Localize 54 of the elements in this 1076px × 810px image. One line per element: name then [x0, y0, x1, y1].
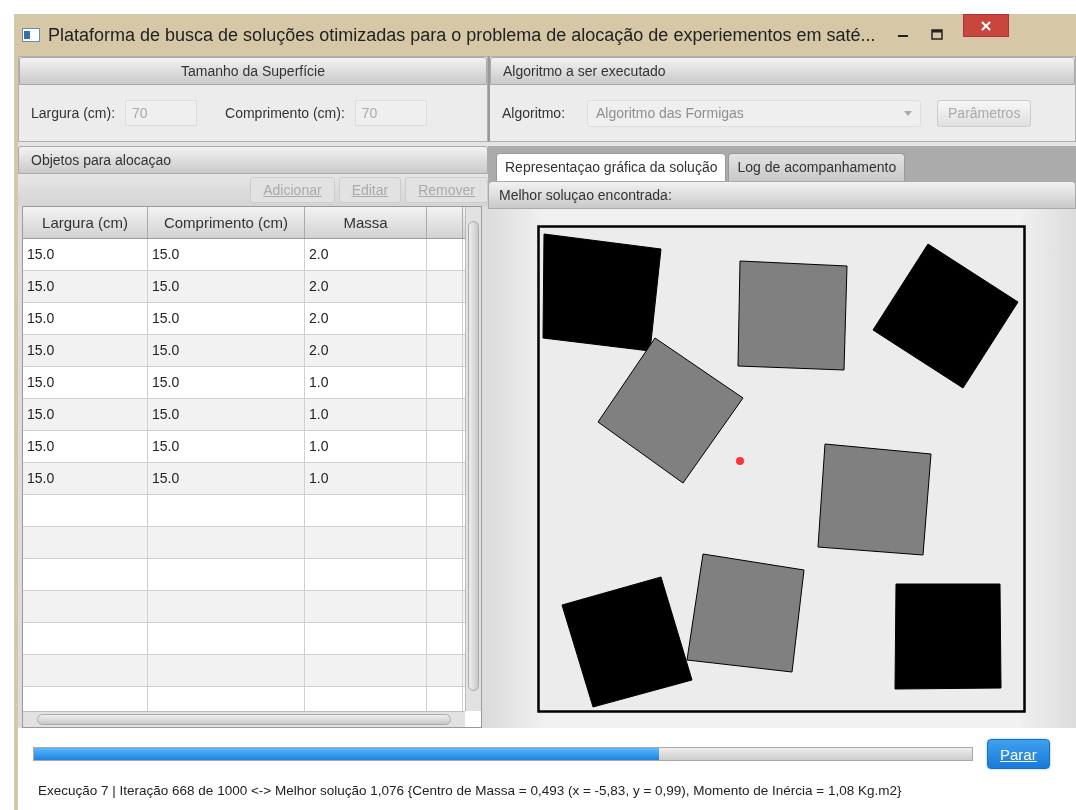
section-header: Tamanho da Superfície	[19, 57, 487, 85]
table-cell: 2.0	[305, 303, 427, 334]
table-cell: 2.0	[305, 239, 427, 270]
table-cell: 15.0	[148, 271, 305, 302]
table-row[interactable]: 15.0 15.0 2.0	[23, 303, 465, 335]
table-row[interactable]: 15.0 15.0 1.0	[23, 367, 465, 399]
table-cell: 15.0	[23, 335, 148, 366]
table-cell: 15.0	[23, 303, 148, 334]
vertical-scrollbar[interactable]	[465, 207, 481, 711]
status-text: Execução 7 | Iteração 668 de 1000 <-> Melhor solução 1,076 {Centro de Massa = 0,493 (x = -5,83, y = 0,99), Momento de Inércia = 1,08 Kg.m2}	[37, 782, 903, 800]
table-cell: 15.0	[23, 367, 148, 398]
table-row[interactable]: 15.0 15.0 2.0	[23, 271, 465, 303]
field-label: Comprimento (cm):	[225, 105, 345, 121]
table-cell: 15.0	[148, 367, 305, 398]
table-cell: 15.0	[23, 271, 148, 302]
table-row[interactable]: 15.0 15.0 2.0	[23, 239, 465, 271]
tab[interactable]: Representaçao gráfica da solução	[496, 153, 727, 181]
table-cell: 15.0	[148, 239, 305, 270]
close-button[interactable]	[963, 14, 1010, 37]
field-label: Largura (cm):	[31, 105, 116, 121]
section-header: Melhor soluçao encontrada:	[488, 181, 1076, 209]
table-row[interactable]: 15.0 15.0 1.0	[23, 431, 465, 463]
tab[interactable]: Log de acompanhamento	[728, 153, 906, 181]
table-cell: 15.0	[23, 399, 148, 430]
horizontal-scrollbar[interactable]	[23, 711, 465, 727]
field-label: Algoritmo:	[502, 105, 566, 121]
center-of-mass-dot	[736, 457, 744, 465]
table-cell: 15.0	[148, 431, 305, 462]
table-cell: 15.0	[23, 463, 148, 494]
table-cell: 1.0	[305, 399, 427, 430]
table-cell: 15.0	[148, 335, 305, 366]
table-cell: 15.0	[148, 399, 305, 430]
section-header: Algoritmo a ser executado	[490, 57, 1075, 85]
table-cell: 2.0	[305, 271, 427, 302]
table-row[interactable]: 15.0 15.0 1.0	[23, 463, 465, 495]
column-header[interactable]: Largura (cm)	[23, 207, 148, 238]
app-icon	[22, 28, 40, 42]
column-header[interactable]: Massa	[305, 207, 427, 238]
maximize-icon[interactable]	[931, 29, 944, 41]
table-cell: 15.0	[23, 431, 148, 462]
table-cell: 15.0	[148, 303, 305, 334]
stop-button[interactable]: Parar	[987, 739, 1050, 769]
table-cell: 1.0	[305, 431, 427, 462]
column-header[interactable]: Comprimento (cm)	[148, 207, 305, 238]
table-cell: 1.0	[305, 367, 427, 398]
table-cell: 1.0	[305, 463, 427, 494]
window-title: Plataforma de busca de soluções otimizadas para o problema de alocação de experiementos em saté...	[48, 24, 876, 46]
table-cell: 15.0	[148, 463, 305, 494]
table-row[interactable]: 15.0 15.0 2.0	[23, 335, 465, 367]
table-row[interactable]: 15.0 15.0 1.0	[23, 399, 465, 431]
close-icon	[981, 20, 992, 31]
section-header: Objetos para alocaçao	[18, 146, 488, 174]
table-cell: 2.0	[305, 335, 427, 366]
table-cell: 15.0	[23, 239, 148, 270]
